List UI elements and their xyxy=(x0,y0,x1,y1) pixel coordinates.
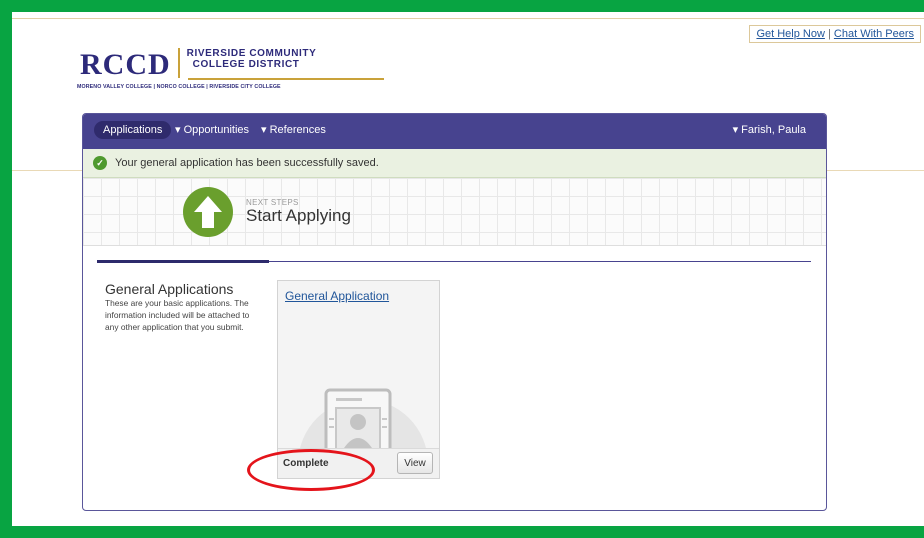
logo-underline xyxy=(188,78,384,80)
header-top-rule xyxy=(12,18,924,19)
view-button[interactable]: View xyxy=(397,452,433,474)
next-steps-banner: NEXT STEPS Start Applying xyxy=(83,178,826,246)
section-divider-accent xyxy=(97,260,269,263)
nav-applications[interactable]: Applications xyxy=(94,121,172,139)
check-circle-icon: ✓ xyxy=(93,156,107,170)
logo-acronym: RCCD xyxy=(80,48,171,81)
id-document-icon xyxy=(324,388,392,462)
logo-name-line2: COLLEGE DISTRICT xyxy=(192,59,300,70)
nav-user-menu[interactable]: ▾ Farish, Paula xyxy=(733,123,806,136)
general-application-link[interactable]: General Application xyxy=(285,289,389,303)
logo-colleges: MORENO VALLEY COLLEGE | NORCO COLLEGE | … xyxy=(77,84,281,90)
alert-message: Your general application has been succes… xyxy=(115,157,379,169)
top-navbar: Applications ▾ Opportunities ▾ Reference… xyxy=(83,114,826,149)
chat-with-peers-link[interactable]: Chat With Peers xyxy=(834,28,914,40)
help-links: Get Help Now | Chat With Peers xyxy=(749,25,921,43)
highlight-annotation-ellipse xyxy=(247,449,375,491)
nav-opportunities[interactable]: ▾ Opportunities xyxy=(175,123,249,136)
get-help-now-link[interactable]: Get Help Now xyxy=(756,28,824,40)
arrow-up-icon xyxy=(183,187,233,237)
logo-district-name: RIVERSIDE COMMUNITY COLLEGE DISTRICT xyxy=(187,48,317,70)
section-title: General Applications xyxy=(105,281,234,297)
main-card: Applications ▾ Opportunities ▾ Reference… xyxy=(82,113,827,511)
help-separator: | xyxy=(827,28,831,40)
logo-name-line1: RIVERSIDE COMMUNITY xyxy=(186,48,317,59)
logo-divider xyxy=(177,48,180,78)
section-description: These are your basic applications. The i… xyxy=(105,298,250,332)
success-alert: ✓ Your general application has been succ… xyxy=(83,149,826,178)
nav-references[interactable]: ▾ References xyxy=(261,123,326,136)
rccd-logo[interactable]: RCCD RIVERSIDE COMMUNITY COLLEGE DISTRICT … xyxy=(77,48,384,90)
banner-title: Start Applying xyxy=(246,206,351,225)
